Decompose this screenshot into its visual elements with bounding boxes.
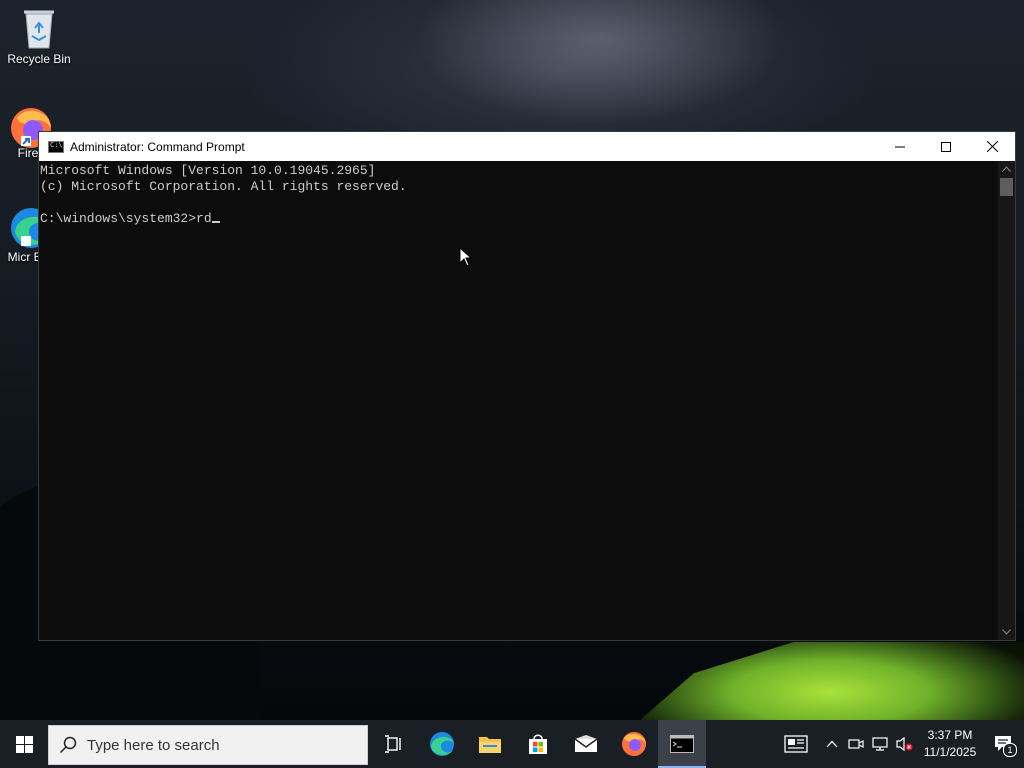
notification-count-badge: 1: [1003, 743, 1017, 757]
command-prompt-icon: [670, 735, 694, 753]
wallpaper-tent: [640, 642, 1024, 720]
task-view-icon: [385, 735, 401, 753]
chevron-down-icon: [1002, 629, 1011, 635]
close-button[interactable]: [969, 132, 1015, 161]
volume-button[interactable]: [892, 720, 916, 768]
taskbar: Type here to search 3:37 PM 11/1/2025 1: [0, 720, 1024, 768]
command-prompt-icon: [48, 140, 64, 153]
system-tray: 3:37 PM 11/1/2025 1: [776, 720, 1024, 768]
volume-muted-icon: [896, 736, 913, 752]
task-view-button[interactable]: [370, 720, 418, 768]
minimize-icon: [895, 146, 905, 147]
close-icon: [986, 141, 998, 152]
firefox-icon: [622, 732, 646, 756]
console-line: (c) Microsoft Corporation. All rights re…: [40, 179, 407, 194]
console-line: Microsoft Windows [Version 10.0.19045.29…: [40, 163, 376, 178]
clock-date: 11/1/2025: [923, 745, 977, 759]
window-controls: [877, 132, 1015, 161]
chevron-up-icon: [1002, 166, 1011, 172]
news-icon: [784, 735, 808, 753]
search-icon: [49, 736, 87, 754]
taskbar-command-prompt-button[interactable]: [658, 720, 706, 768]
desktop-icon-recycle-bin[interactable]: Recycle Bin: [1, 6, 77, 66]
mouse-pointer-icon: [459, 246, 473, 272]
scroll-up-button[interactable]: [998, 161, 1015, 177]
taskbar-store-button[interactable]: [514, 720, 562, 768]
news-widget-button[interactable]: [776, 720, 816, 768]
maximize-icon: [941, 141, 951, 152]
command-prompt-window[interactable]: Administrator: Command Prompt Microsoft …: [38, 131, 1016, 641]
scrollbar-thumb[interactable]: [1000, 178, 1013, 196]
taskbar-search-box[interactable]: Type here to search: [48, 725, 368, 765]
clock-time: 3:37 PM: [927, 728, 973, 742]
minimize-button[interactable]: [877, 132, 923, 161]
windows-logo-icon: [15, 735, 33, 753]
chevron-up-icon: [826, 740, 838, 748]
console-prompt-line: C:\windows\system32>rd: [40, 211, 998, 227]
store-icon: [529, 734, 547, 754]
text-cursor: [211, 221, 220, 223]
taskbar-firefox-button[interactable]: [610, 720, 658, 768]
console-line: C:\windows\system32>rd: [40, 211, 212, 226]
window-titlebar[interactable]: Administrator: Command Prompt: [39, 132, 1015, 161]
taskbar-file-explorer-button[interactable]: [466, 720, 514, 768]
desktop-icon-label: Recycle Bin: [7, 52, 71, 66]
start-button[interactable]: [0, 720, 48, 768]
network-button[interactable]: [868, 720, 892, 768]
edge-icon: [430, 732, 454, 756]
maximize-button[interactable]: [923, 132, 969, 161]
scroll-down-button[interactable]: [998, 624, 1015, 640]
console-output[interactable]: Microsoft Windows [Version 10.0.19045.29…: [39, 161, 998, 640]
recycle-bin-icon: [18, 6, 60, 49]
meet-now-button[interactable]: [844, 720, 868, 768]
action-center-button[interactable]: 1: [984, 720, 1024, 768]
window-title: Administrator: Command Prompt: [70, 139, 245, 154]
network-icon: [872, 737, 888, 751]
webcam-icon: [848, 739, 864, 749]
mail-icon: [574, 735, 598, 752]
taskbar-edge-button[interactable]: [418, 720, 466, 768]
show-hidden-icons-button[interactable]: [820, 720, 844, 768]
taskbar-mail-button[interactable]: [562, 720, 610, 768]
vertical-scrollbar[interactable]: [998, 161, 1015, 640]
taskbar-clock[interactable]: 3:37 PM 11/1/2025: [922, 727, 978, 761]
search-placeholder: Type here to search: [87, 736, 220, 754]
folder-icon: [479, 737, 501, 753]
